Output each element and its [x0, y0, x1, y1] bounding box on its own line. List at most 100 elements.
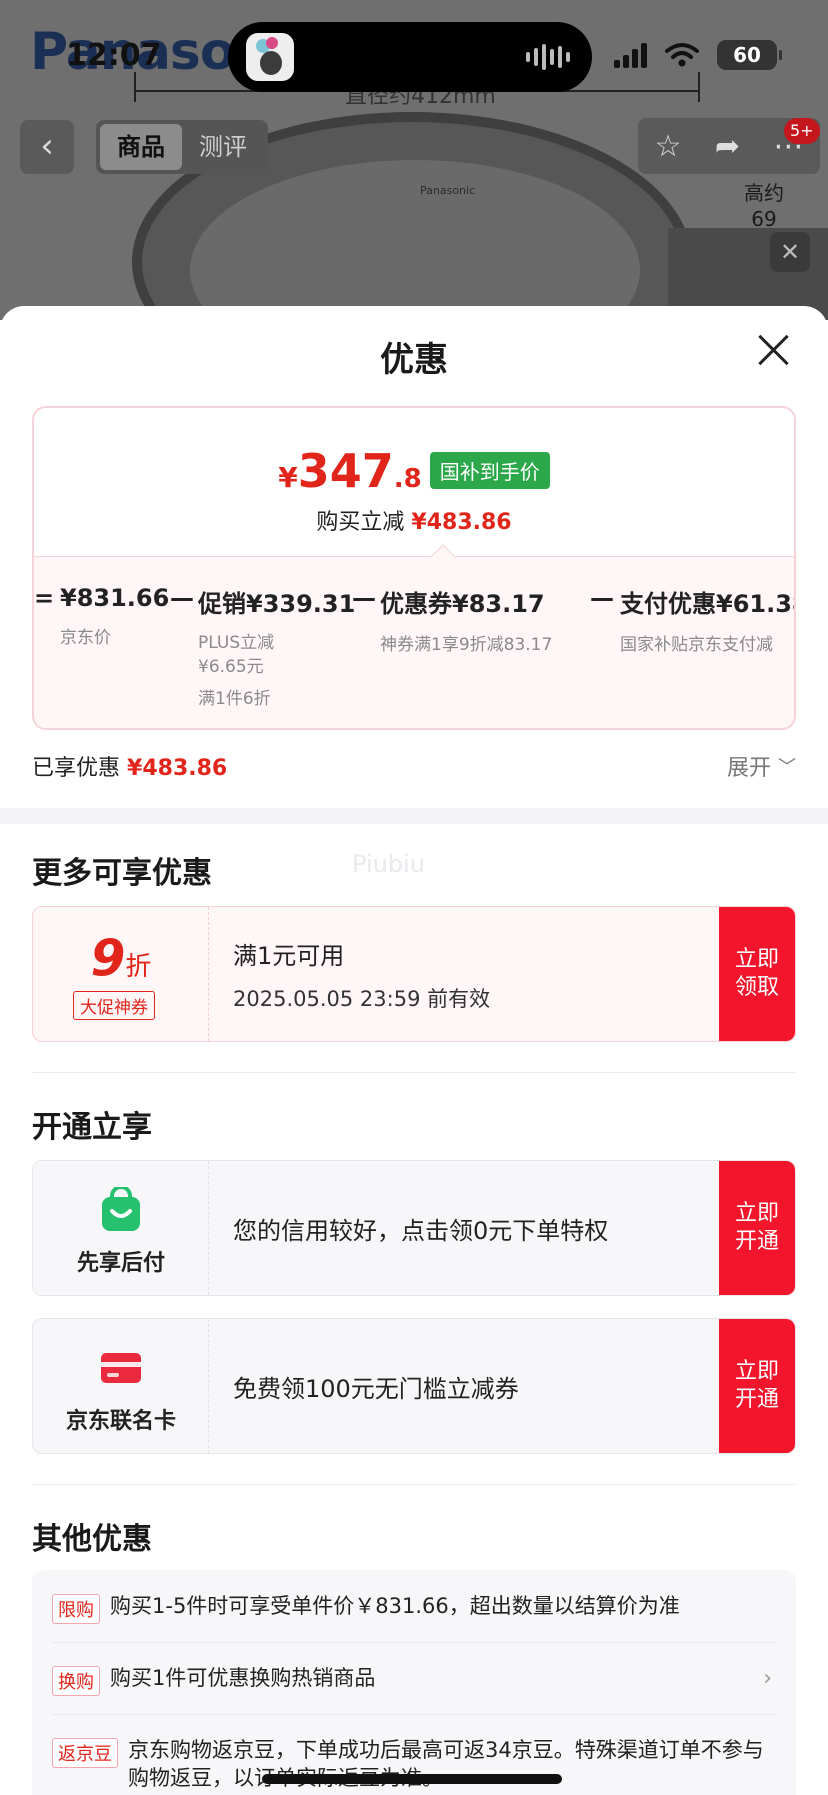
price-integer: 347 [297, 444, 394, 498]
breakdown-sub: 神券满1享9折减83.17 [380, 635, 553, 655]
reduce-label: 购买立减 [316, 510, 405, 535]
app-avatar-icon [246, 33, 294, 81]
final-price: ¥347.8 国补到手价 [34, 444, 794, 498]
ad-close-icon[interactable]: ✕ [770, 232, 810, 272]
feature-desc-wrap: 免费领100元无门槛立减券 [233, 1319, 519, 1453]
watermark: Piubiu [352, 850, 425, 878]
sheet-title: 优惠 [380, 340, 448, 380]
open-enjoy-title: 开通立享 [32, 1110, 152, 1145]
divider [32, 1484, 796, 1485]
dimension-tick-right [698, 72, 700, 102]
discount-sheet: 优惠 ¥347.8 国补到手价 购买立减 ¥483.86 = ¥831.66 京东… [0, 306, 828, 1795]
breakdown-amount: ¥831.66 [60, 584, 170, 612]
equals-operator: = [34, 584, 55, 612]
list-item: 限购 购买1-5件时可享受单件价￥831.66，超出数量以结算价为准 [52, 1592, 776, 1624]
other-discounts-list: 限购 购买1-5件时可享受单件价￥831.66，超出数量以结算价为准 换购 购买… [32, 1570, 796, 1795]
reduce-amount: ¥483.86 [411, 510, 512, 535]
jd-bean-tag: 返京豆 [52, 1738, 118, 1768]
credit-card-icon [101, 1353, 141, 1383]
discount-value: 9折 [33, 929, 209, 987]
enjoyed-amount: ¥483.86 [127, 756, 228, 781]
list-item-text: 购买1件可优惠换购热销商品 [110, 1666, 376, 1690]
height-label: 高约 69 [744, 181, 784, 231]
status-icons: 60 [614, 40, 782, 70]
tab-review[interactable]: 测评 [182, 124, 264, 170]
feature-name: 先享后付 [76, 1251, 165, 1276]
dynamic-island [228, 22, 592, 92]
message-badge: 5+ [784, 118, 820, 144]
status-time: 12:07 [66, 38, 162, 73]
wifi-icon [665, 43, 699, 67]
breakdown-amount: 促销¥339.31 [198, 590, 356, 618]
tab-product[interactable]: 商品 [100, 124, 182, 170]
feature-desc-wrap: 您的信用较好，点击领0元下单特权 [233, 1161, 608, 1295]
more-discounts-title: 更多可享优惠 [32, 856, 212, 891]
open-cobranded-card-button[interactable]: 立即开通 [719, 1319, 795, 1453]
divider [52, 1642, 776, 1643]
minus-operator: — [352, 584, 376, 612]
expand-label: 展开 [726, 756, 771, 781]
share-icon[interactable]: ➦ [715, 129, 740, 164]
dimension-tick-left [134, 72, 136, 102]
claim-coupon-button[interactable]: 立即领取 [719, 907, 795, 1041]
pay-later-card[interactable]: 先享后付 您的信用较好，点击领0元下单特权 立即开通 [32, 1160, 796, 1296]
close-icon[interactable] [756, 332, 792, 368]
chevron-right-icon[interactable]: › [763, 1666, 772, 1691]
section-divider [0, 808, 828, 824]
expand-button[interactable]: 展开 ﹀ [727, 750, 796, 782]
currency-symbol: ¥ [278, 461, 298, 494]
breakdown-item-jd-price: ¥831.66 京东价 [60, 584, 169, 650]
coupon-condition: 满1元可用 [233, 941, 345, 970]
price-breakdown[interactable]: = ¥831.66 京东价 — 促销¥339.31 PLUS立减 ¥6.65元 … [34, 584, 794, 724]
coupon-value: 9折 大促神券 [33, 907, 209, 1041]
cellular-signal-icon [614, 42, 647, 68]
feature-desc: 您的信用较好，点击领0元下单特权 [233, 1216, 609, 1245]
home-indicator[interactable] [262, 1774, 562, 1784]
feature-name: 京东联名卡 [65, 1409, 176, 1434]
audio-wave-icon [526, 44, 570, 70]
discount-unit: 折 [125, 952, 152, 982]
shopping-bag-icon [102, 1187, 140, 1231]
cobranded-left: 京东联名卡 [33, 1319, 209, 1453]
minus-operator: — [170, 584, 194, 612]
favorite-star-icon[interactable]: ☆ [655, 129, 682, 164]
coupon-type-tag: 大促神券 [73, 991, 155, 1020]
price-card: ¥347.8 国补到手价 购买立减 ¥483.86 = ¥831.66 京东价 —… [32, 406, 796, 730]
open-pay-later-button[interactable]: 立即开通 [719, 1161, 795, 1295]
divider [32, 1072, 796, 1073]
breakdown-item-payment: 支付优惠¥61.38 国家补贴京东支付减 [620, 584, 796, 657]
breakdown-sub: ¥6.65元 [198, 657, 264, 677]
other-discounts-title: 其他优惠 [32, 1522, 152, 1557]
breakdown-sub: 国家补贴京东支付减 [620, 635, 773, 655]
pay-later-left: 先享后付 [33, 1161, 209, 1295]
enjoyed-discount: 已享优惠 ¥483.86 [32, 750, 227, 782]
minus-operator: — [590, 584, 614, 612]
feature-desc: 免费领100元无门槛立减券 [233, 1374, 519, 1403]
breakdown-amount: 优惠券¥83.17 [380, 590, 545, 618]
back-button[interactable]: ‹ [20, 120, 74, 174]
cobranded-card-card[interactable]: 京东联名卡 免费领100元无门槛立减券 立即开通 [32, 1318, 796, 1454]
list-item-text: 购买1-5件时可享受单件价￥831.66，超出数量以结算价为准 [110, 1594, 680, 1618]
breakdown-sub: 满1件6折 [198, 689, 271, 709]
product-brand-print: Panasonic [420, 184, 476, 197]
battery-icon: 60 [717, 40, 782, 70]
breakdown-sub: PLUS立减 [198, 633, 275, 653]
exchange-tag: 换购 [52, 1666, 100, 1696]
breakdown-amount: 支付优惠¥61.38 [620, 590, 796, 618]
price-type-tag: 国补到手价 [429, 452, 550, 489]
list-item[interactable]: 换购 购买1件可优惠换购热销商品 › [52, 1664, 776, 1696]
limit-tag: 限购 [52, 1594, 100, 1624]
enjoyed-label: 已享优惠 [32, 756, 121, 781]
coupon-details: 满1元可用 2025.05.05 23:59 前有效 [233, 907, 490, 1041]
reduce-line: 购买立减 ¥483.86 [34, 504, 794, 536]
chevron-down-icon: ﹀ [778, 757, 796, 778]
discount-number: 9 [90, 929, 126, 987]
coupon-card[interactable]: 9折 大促神券 满1元可用 2025.05.05 23:59 前有效 立即领取 [32, 906, 796, 1042]
breakdown-sub: 京东价 [60, 628, 111, 648]
coupon-validity: 2025.05.05 23:59 前有效 [233, 986, 491, 1011]
divider [52, 1714, 776, 1715]
breakdown-item-promotion: 促销¥339.31 PLUS立减 ¥6.65元 满1件6折 [198, 584, 355, 711]
price-decimal: .8 [393, 464, 422, 494]
product-tabs: 商品 测评 [96, 120, 268, 174]
breakdown-item-coupon: 优惠券¥83.17 神券满1享9折减83.17 [380, 584, 552, 657]
